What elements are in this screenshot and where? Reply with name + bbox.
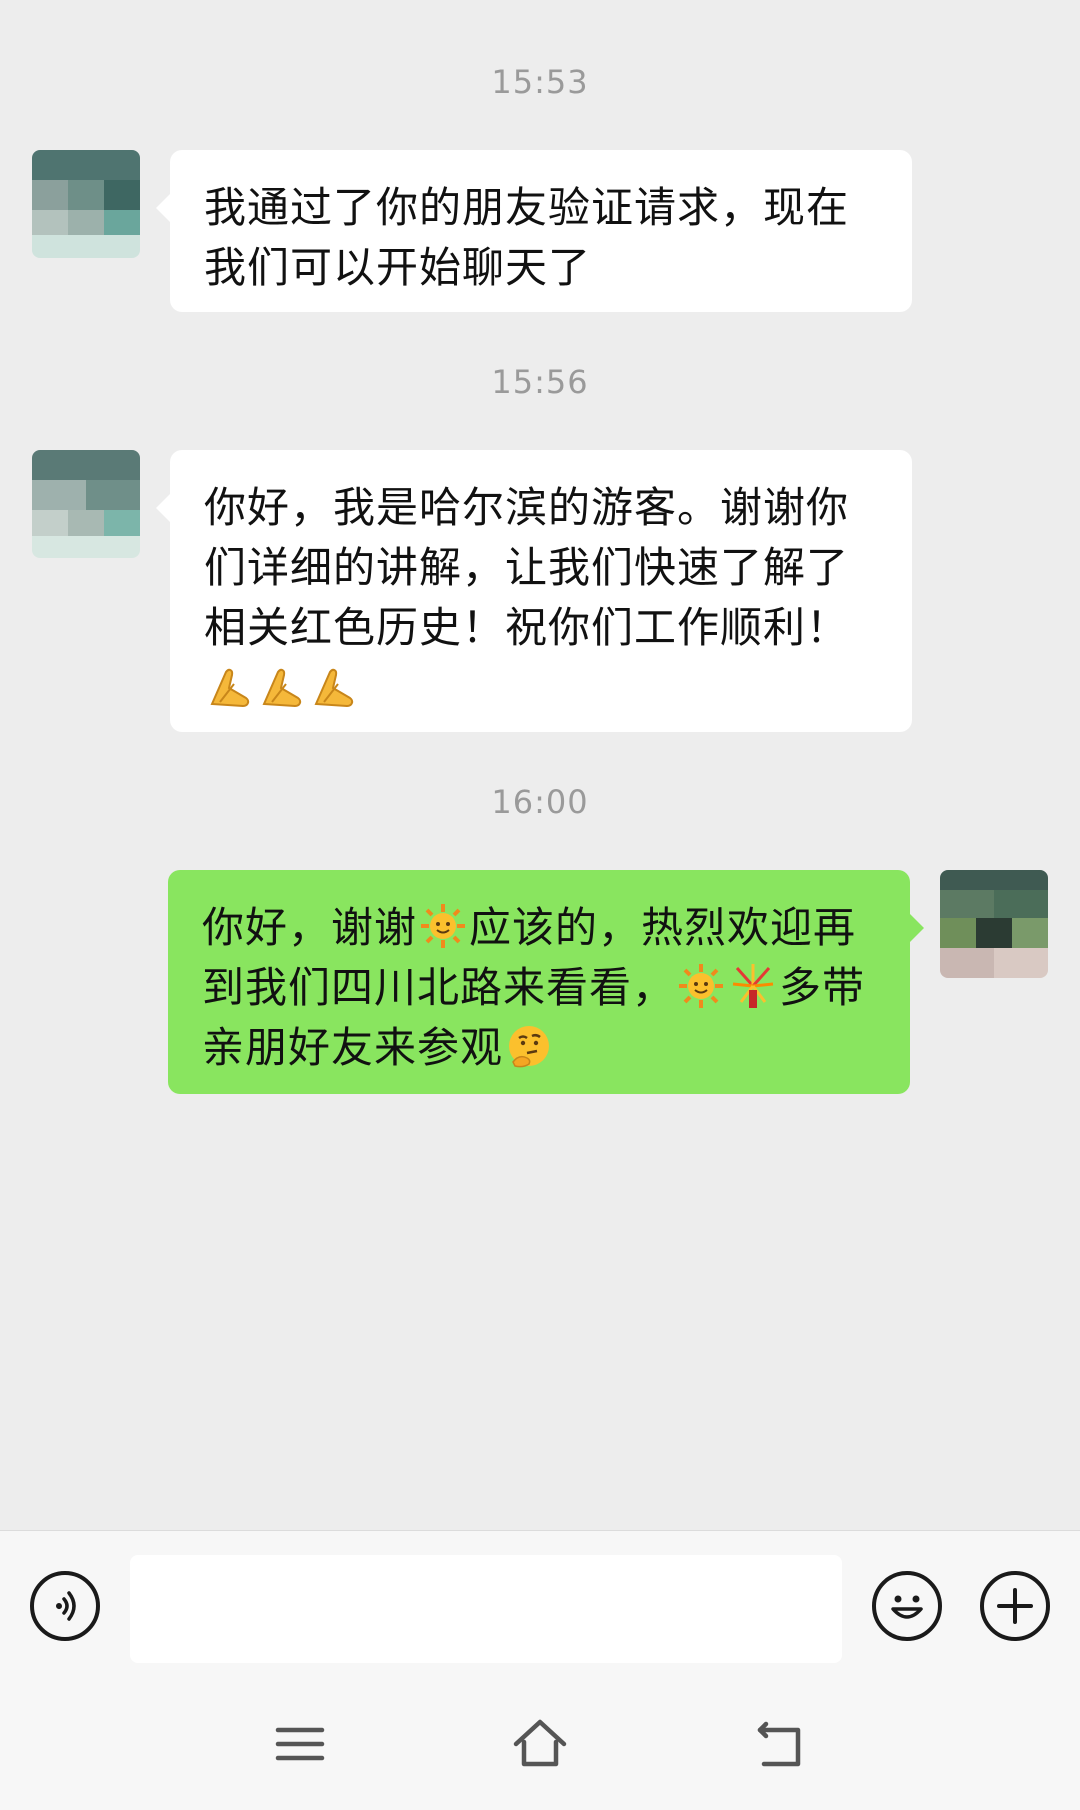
- folded-hands-emoji: [206, 662, 254, 710]
- plus-icon: [997, 1588, 1033, 1624]
- message-input[interactable]: [130, 1555, 842, 1663]
- timestamp: 16:00: [491, 783, 589, 821]
- incoming-message[interactable]: 我通过了你的朋友验证请求，现在我们可以开始聊天了: [156, 150, 912, 312]
- fireworks-emoji: [729, 962, 777, 1010]
- contact-avatar[interactable]: [32, 450, 140, 558]
- message-text: 你好，谢谢: [202, 903, 418, 952]
- message-text: 你好，我是哈尔滨的游客。谢谢你们详细的讲解，让我们快速了解了相关红色历史！祝你们…: [204, 483, 850, 652]
- emoji-button[interactable]: [872, 1571, 942, 1641]
- menu-button[interactable]: [270, 1714, 330, 1774]
- voice-icon: [56, 1591, 76, 1621]
- input-bar: [0, 1530, 1080, 1681]
- message-text: 我通过了你的朋友验证请求，现在我们可以开始聊天了: [204, 183, 850, 292]
- my-avatar[interactable]: [940, 870, 1048, 978]
- outgoing-message[interactable]: 你好，谢谢 应该的，热烈欢迎再到我们四川北路来看看， 多带亲朋好友来参观: [168, 870, 924, 1094]
- folded-hands-emoji: [258, 662, 306, 710]
- timestamp: 15:56: [491, 363, 589, 401]
- home-button[interactable]: [510, 1714, 570, 1774]
- contact-avatar[interactable]: [32, 150, 140, 258]
- timestamp: 15:53: [491, 63, 589, 101]
- back-icon: [757, 1721, 801, 1767]
- sun-emoji: [677, 962, 725, 1010]
- system-nav-bar: [0, 1680, 1080, 1810]
- menu-icon: [275, 1727, 325, 1761]
- folded-hands-emoji: [310, 662, 358, 710]
- voice-button[interactable]: [30, 1571, 100, 1641]
- incoming-message[interactable]: 你好，我是哈尔滨的游客。谢谢你们详细的讲解，让我们快速了解了相关红色历史！祝你们…: [156, 450, 912, 732]
- emoji-smile-icon: [891, 1595, 923, 1619]
- sun-emoji: [419, 902, 467, 950]
- thinking-face-emoji: [505, 1022, 553, 1070]
- back-button[interactable]: [750, 1714, 810, 1774]
- more-button[interactable]: [980, 1571, 1050, 1641]
- home-icon: [513, 1719, 567, 1767]
